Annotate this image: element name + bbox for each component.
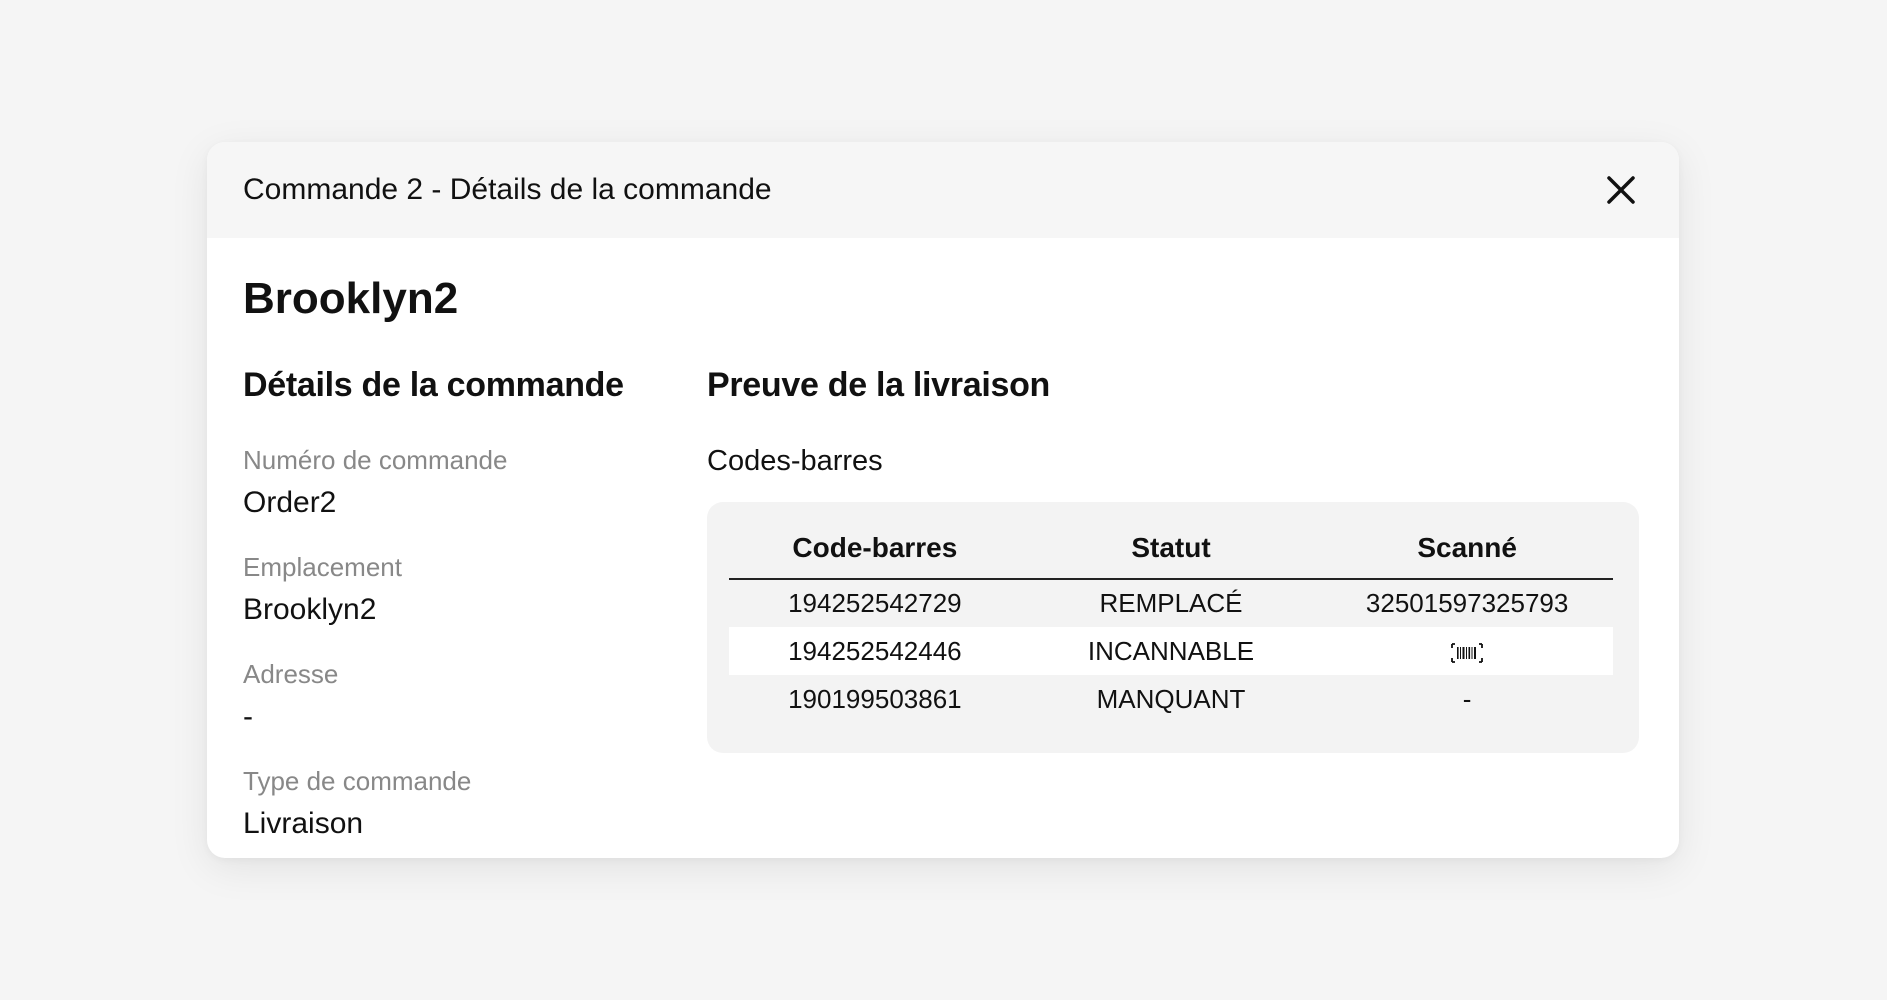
modal-header: Commande 2 - Détails de la commande <box>207 142 1679 238</box>
column-header-barcode: Code-barres <box>729 524 1021 580</box>
scanned-cell: - <box>1462 683 1472 714</box>
status-cell: INCANNABLE <box>1020 627 1322 675</box>
modal-title: Commande 2 - Détails de la commande <box>243 173 772 206</box>
proof-heading: Preuve de la livraison <box>707 366 1051 404</box>
order-type-value: Livraison <box>243 807 364 840</box>
location-heading: Brooklyn2 <box>243 274 459 323</box>
barcode-cell: 190199503861 <box>788 683 962 714</box>
close-icon <box>1607 176 1635 204</box>
order-type-label: Type de commande <box>243 766 472 796</box>
order-details-heading: Détails de la commande <box>243 366 624 404</box>
barcodes-label: Codes-barres <box>707 445 883 477</box>
order-details-modal: Commande 2 - Détails de la commande Broo… <box>207 142 1679 858</box>
order-number-value: Order2 <box>243 486 337 519</box>
table-row: 194252542729 REMPLACÉ 32501597325793 <box>729 579 1613 627</box>
close-button[interactable] <box>1599 168 1643 212</box>
scanned-cell: 32501597325793 <box>1365 588 1569 618</box>
status-cell: MANQUANT <box>1096 683 1246 714</box>
location-value: Brooklyn2 <box>243 593 377 626</box>
column-header-status: Statut <box>1020 524 1322 580</box>
barcode-icon <box>1451 642 1484 663</box>
address-label: Adresse <box>243 659 339 689</box>
barcode-cell: 194252542446 <box>729 627 1021 675</box>
table-row: 194252542446 INCANNABLE <box>729 627 1613 675</box>
address-value: - <box>243 700 253 733</box>
location-label: Emplacement <box>243 552 402 582</box>
scanned-cell <box>1321 627 1613 675</box>
barcode-cell: 194252542729 <box>788 588 962 618</box>
barcodes-table: Code-barres Statut Scanné 194252542729 R… <box>729 524 1613 723</box>
order-details-section: Détails de la commande Numéro de command… <box>243 366 663 841</box>
proof-of-delivery-section: Preuve de la livraison Codes-barres Code… <box>707 366 1639 753</box>
column-header-scanned: Scanné <box>1321 524 1613 580</box>
barcodes-table-card: Code-barres Statut Scanné 194252542729 R… <box>707 502 1639 753</box>
status-cell: REMPLACÉ <box>1099 588 1243 618</box>
table-header-row: Code-barres Statut Scanné <box>729 524 1613 580</box>
order-number-label: Numéro de commande <box>243 445 508 475</box>
table-row: 190199503861 MANQUANT - <box>729 675 1613 723</box>
